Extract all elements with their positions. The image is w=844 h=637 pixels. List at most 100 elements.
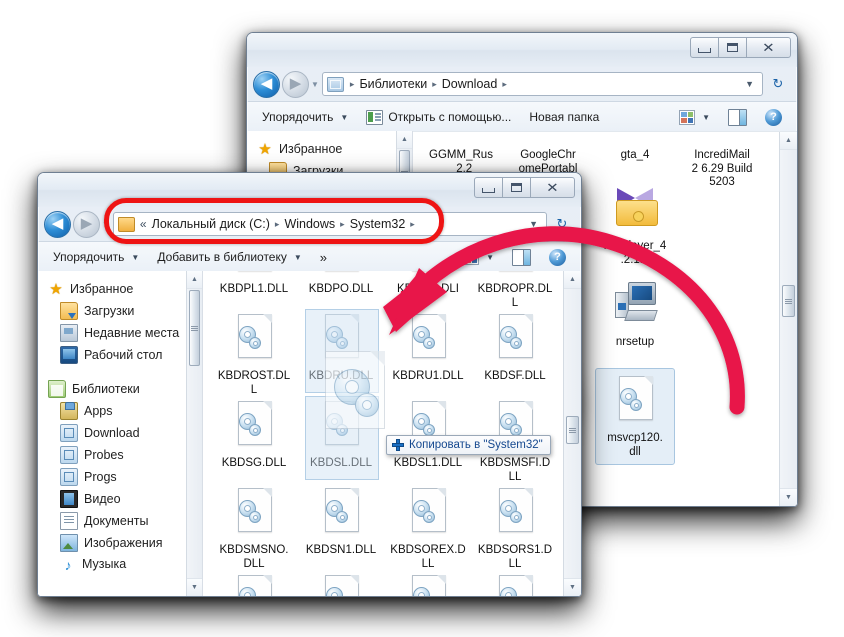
sidebar-item-apps[interactable]: Apps bbox=[38, 400, 202, 422]
preview-pane-button[interactable] bbox=[503, 246, 540, 269]
address-dropdown-icon[interactable]: ▼ bbox=[525, 219, 544, 229]
refresh-button[interactable]: ↻ bbox=[551, 213, 573, 235]
list-item[interactable]: gta_4 bbox=[597, 131, 673, 163]
help-button[interactable]: ? bbox=[540, 246, 575, 269]
breadcrumb-item-0[interactable]: Локальный диск (C:) bbox=[150, 217, 272, 231]
back-toolbar[interactable]: Упорядочить ▼ Открыть с помощью... Новая… bbox=[247, 101, 797, 133]
sidebar-item-favorites[interactable]: ★ Избранное bbox=[38, 279, 202, 300]
list-item[interactable] bbox=[477, 575, 553, 596]
front-navpane-scrollbar[interactable]: ▲ ▼ bbox=[186, 271, 202, 596]
breadcrumb-item-1[interactable]: Download bbox=[440, 77, 500, 91]
back-window-controls[interactable]: ✕ bbox=[690, 37, 791, 58]
scroll-down-arrow-icon[interactable]: ▼ bbox=[187, 578, 202, 596]
front-toolbar[interactable]: Упорядочить ▼ Добавить в библиотеку ▼ » … bbox=[38, 241, 581, 273]
dll-icon bbox=[231, 271, 277, 281]
scrollbar-thumb[interactable] bbox=[566, 416, 579, 444]
list-item[interactable]: IncrediMail 2 6.29 Build 5203 bbox=[684, 131, 760, 190]
explorer-window-system32[interactable]: ✕ ◀ ▶ ▼ « Локальный диск (C:) ▸ Windows … bbox=[37, 172, 582, 597]
sidebar-item-recent-places[interactable]: Недавние места bbox=[38, 322, 202, 344]
list-item[interactable]: KBDPL1.DLL bbox=[216, 271, 292, 297]
list-item[interactable]: KMPlayer_4 .2.1.4 bbox=[597, 184, 673, 267]
sidebar-item-favorites[interactable]: ★ Избранное bbox=[247, 139, 412, 160]
sidebar-item-desktop[interactable]: Рабочий стол bbox=[38, 344, 202, 366]
forward-navigation-button[interactable]: ▶ bbox=[282, 71, 309, 98]
breadcrumb-overflow-icon[interactable]: « bbox=[138, 217, 150, 231]
open-with-button[interactable]: Открыть с помощью... bbox=[357, 107, 520, 128]
list-item-msvcp120[interactable]: msvcp120. dll bbox=[597, 376, 673, 459]
list-item[interactable]: KBDSOREX.DLL bbox=[390, 488, 466, 571]
sidebar-item-documents[interactable]: Документы bbox=[38, 510, 202, 532]
change-view-button[interactable]: ▼ bbox=[670, 107, 719, 128]
list-item[interactable]: KBDRO.DLI bbox=[390, 271, 466, 297]
back-navigation-button[interactable]: ◀ bbox=[253, 71, 280, 98]
list-item[interactable]: KBDSG.DLL bbox=[216, 401, 292, 471]
list-item[interactable]: KBDSF.DLL bbox=[477, 314, 553, 384]
add-to-library-button[interactable]: Добавить в библиотеку ▼ bbox=[148, 247, 310, 267]
scroll-up-arrow-icon[interactable]: ▲ bbox=[780, 132, 797, 150]
list-item[interactable]: KBDSN1.DLL bbox=[303, 488, 379, 558]
minimize-button[interactable] bbox=[690, 37, 719, 58]
back-breadcrumb[interactable]: ▸ Библиотеки ▸ Download ▸ bbox=[347, 77, 741, 91]
scroll-up-arrow-icon[interactable]: ▲ bbox=[187, 271, 202, 289]
breadcrumb-item-1[interactable]: Windows bbox=[282, 217, 337, 231]
close-button[interactable]: ✕ bbox=[530, 177, 575, 198]
list-item[interactable] bbox=[303, 575, 379, 596]
sidebar-item-probes[interactable]: Probes bbox=[38, 444, 202, 466]
front-window-titlebar[interactable]: ✕ bbox=[38, 173, 581, 207]
scrollbar-thumb[interactable] bbox=[189, 290, 200, 366]
address-dropdown-icon[interactable]: ▼ bbox=[741, 79, 760, 89]
sidebar-item-pictures[interactable]: Изображения bbox=[38, 532, 202, 554]
back-address-row[interactable]: ◀ ▶ ▼ ▸ Библиотеки ▸ Download ▸ ▼ ↻ bbox=[247, 67, 797, 101]
back-navigation-button[interactable]: ◀ bbox=[44, 211, 71, 238]
organize-button[interactable]: Упорядочить ▼ bbox=[253, 107, 357, 127]
list-item[interactable]: nrsetup bbox=[597, 280, 673, 350]
forward-navigation-button[interactable]: ▶ bbox=[73, 211, 100, 238]
new-folder-button[interactable]: Новая папка bbox=[520, 107, 608, 127]
scrollbar-thumb[interactable] bbox=[782, 285, 795, 317]
help-button[interactable]: ? bbox=[756, 106, 791, 129]
maximize-button[interactable] bbox=[718, 37, 747, 58]
history-dropdown-icon[interactable]: ▼ bbox=[311, 80, 319, 89]
sidebar-item-downloads[interactable]: Загрузки bbox=[38, 300, 202, 322]
list-item[interactable]: KBDROPR.DLL bbox=[477, 271, 553, 310]
list-item[interactable]: GGMM_Rus _2.2 bbox=[423, 131, 499, 176]
front-address-bar[interactable]: « Локальный диск (C:) ▸ Windows ▸ System… bbox=[113, 212, 547, 236]
front-file-grid[interactable]: KBDPL1.DLL KBDPO.DLL KBDRO.DLI KBDROPR.D… bbox=[203, 271, 581, 596]
scroll-up-arrow-icon[interactable]: ▲ bbox=[564, 271, 581, 289]
history-dropdown-icon[interactable]: ▼ bbox=[102, 220, 110, 229]
breadcrumb-item-2[interactable]: System32 bbox=[348, 217, 408, 231]
toolbar-overflow-button[interactable]: » bbox=[311, 247, 336, 268]
list-item[interactable]: KBDSMSNO.DLL bbox=[216, 488, 292, 571]
sidebar-item-progs[interactable]: Progs bbox=[38, 466, 202, 488]
sidebar-item-libraries[interactable]: Библиотеки bbox=[38, 378, 202, 400]
front-window-controls[interactable]: ✕ bbox=[474, 177, 575, 198]
front-navigation-pane[interactable]: ★ Избранное Загрузки Недавние места Рабо… bbox=[38, 271, 203, 596]
organize-button[interactable]: Упорядочить ▼ bbox=[44, 247, 148, 267]
back-address-bar[interactable]: ▸ Библиотеки ▸ Download ▸ ▼ bbox=[322, 72, 763, 96]
front-file-list[interactable]: KBDPL1.DLL KBDPO.DLL KBDRO.DLI KBDROPR.D… bbox=[203, 271, 581, 596]
front-breadcrumb[interactable]: « Локальный диск (C:) ▸ Windows ▸ System… bbox=[138, 217, 525, 231]
sidebar-item-download[interactable]: Download bbox=[38, 422, 202, 444]
list-item[interactable]: KBDSORS1.DLL bbox=[477, 488, 553, 571]
close-button[interactable]: ✕ bbox=[746, 37, 791, 58]
list-item[interactable]: KBDPO.DLL bbox=[303, 271, 379, 297]
sidebar-item-video[interactable]: Видео bbox=[38, 488, 202, 510]
list-item[interactable] bbox=[390, 575, 466, 596]
maximize-button[interactable] bbox=[502, 177, 531, 198]
list-item[interactable]: KBDRU1.DLL bbox=[390, 314, 466, 384]
front-address-row[interactable]: ◀ ▶ ▼ « Локальный диск (C:) ▸ Windows ▸ … bbox=[38, 207, 581, 241]
preview-pane-button[interactable] bbox=[719, 106, 756, 129]
list-item[interactable]: KBDROST.DLL bbox=[216, 314, 292, 397]
minimize-button[interactable] bbox=[474, 177, 503, 198]
change-view-button[interactable]: ▼ bbox=[454, 247, 503, 268]
back-content-scrollbar[interactable]: ▲ ▼ bbox=[779, 132, 797, 506]
back-window-titlebar[interactable]: ✕ bbox=[247, 33, 797, 67]
sidebar-item-music[interactable]: ♪ Музыка bbox=[38, 554, 202, 575]
scroll-down-arrow-icon[interactable]: ▼ bbox=[780, 488, 797, 506]
refresh-button[interactable]: ↻ bbox=[767, 73, 789, 95]
breadcrumb-item-0[interactable]: Библиотеки bbox=[357, 77, 429, 91]
front-content-scrollbar[interactable]: ▲ ▼ bbox=[563, 271, 581, 596]
scroll-down-arrow-icon[interactable]: ▼ bbox=[564, 578, 581, 596]
scroll-up-arrow-icon[interactable]: ▲ bbox=[397, 131, 412, 149]
list-item[interactable] bbox=[216, 575, 292, 596]
